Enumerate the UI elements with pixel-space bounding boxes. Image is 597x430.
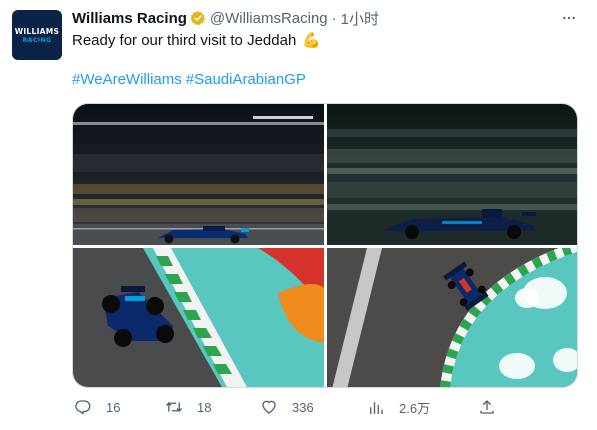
views-icon [370,401,383,414]
tweet-actions: 16 18 336 2.6万 [72,398,502,422]
photo-aerial-corner[interactable] [327,248,577,387]
reply-count: 16 [106,399,121,415]
tweet-header: Williams Racing @WilliamsRacing · 1小时 [72,8,577,28]
tweet-body: Ready for our third visit to Jeddah [72,32,297,49]
photo-kerb-corner[interactable] [73,248,324,387]
like-icon [262,400,276,414]
author-name[interactable]: Williams Racing [72,10,187,27]
avatar-logo-subtext: RACING [22,36,52,44]
verified-badge-icon [190,10,206,26]
avatar-logo-text: WILLIAMS [14,26,60,36]
header-separator: · [331,9,337,27]
tweet-text: Ready for our third visit to Jeddah 💪 [72,31,321,51]
tweet-timestamp[interactable]: 1小时 [341,8,379,29]
retweet-icon [165,401,183,413]
reply-icon [75,400,91,415]
flexed-biceps-icon: 💪 [302,32,321,49]
share-button[interactable] [478,398,496,416]
views-button[interactable]: 2.6万 [367,398,430,417]
author-handle[interactable]: @WilliamsRacing [210,10,328,27]
like-button[interactable]: 336 [260,398,314,416]
hashtag-link[interactable]: #WeAreWilliams [72,71,182,88]
retweet-count: 18 [197,399,212,415]
like-count: 336 [292,399,314,415]
hashtag-link[interactable]: #SaudiArabianGP [186,71,306,88]
share-icon [480,400,494,414]
retweet-button[interactable]: 18 [165,398,211,416]
author-avatar[interactable]: WILLIAMS RACING [12,10,62,60]
photo-speed-blur[interactable] [327,104,577,245]
more-icon[interactable] [561,10,577,26]
reply-button[interactable]: 16 [74,398,120,416]
photo-night-track[interactable] [73,104,324,245]
views-count: 2.6万 [399,401,431,416]
hashtag-line: #WeAreWilliams #SaudiArabianGP [72,70,306,90]
media-grid [72,103,578,388]
